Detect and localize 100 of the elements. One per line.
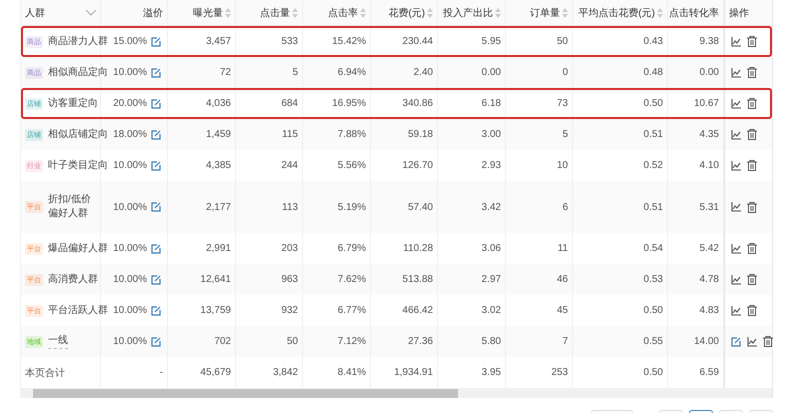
table-cell: 27.36 <box>408 336 433 347</box>
table-cell: 14.00 <box>694 336 719 347</box>
column-header: 点击转化率 <box>669 6 719 20</box>
table-cell: 1,459 <box>206 129 231 140</box>
audience-name: 相似商品定向 <box>48 66 108 80</box>
table-cell: 3,842 <box>272 367 298 378</box>
edit-icon[interactable] <box>151 68 161 78</box>
table-cell: 230.44 <box>402 36 433 47</box>
table-cell: 4,036 <box>206 98 231 109</box>
audience-name: 访客重定向 <box>48 96 98 110</box>
table-cell: 2,177 <box>206 202 231 212</box>
trash-icon[interactable] <box>763 336 773 347</box>
table-cell: 0.53 <box>644 274 663 285</box>
table-cell: 59.18 <box>408 129 433 140</box>
table-cell: 5 <box>292 67 298 78</box>
table-cell: 8.41% <box>338 367 366 378</box>
table-cell: 1,934.91 <box>394 367 433 378</box>
table-cell: 6.59 <box>700 367 719 378</box>
table-cell: 3,457 <box>206 36 231 47</box>
column-header: 操作 <box>729 6 749 20</box>
trash-icon[interactable] <box>747 243 757 254</box>
table-cell: 10.00% <box>113 336 147 347</box>
table-cell: 18.00% <box>113 129 147 140</box>
table-cell: 0.43 <box>644 36 663 47</box>
line-chart-icon[interactable] <box>731 130 741 140</box>
table-cell: 340.86 <box>402 98 433 109</box>
table-cell: 72 <box>220 67 231 78</box>
table-cell: 126.70 <box>402 160 433 171</box>
trash-icon[interactable] <box>747 67 757 78</box>
table-cell: 113 <box>282 202 298 212</box>
edit-icon[interactable] <box>151 160 161 170</box>
table-cell: 3.06 <box>482 243 501 254</box>
line-chart-icon[interactable] <box>731 68 741 78</box>
table-cell: 0.51 <box>644 202 663 212</box>
line-chart-icon[interactable] <box>731 160 741 170</box>
table-cell: 702 <box>214 336 231 347</box>
table-cell: 4.83 <box>700 305 719 316</box>
table-cell: 13,759 <box>200 305 231 316</box>
table-cell: 5.80 <box>482 336 501 347</box>
edit-icon[interactable] <box>151 98 161 108</box>
line-chart-icon[interactable] <box>731 36 741 46</box>
edit-icon[interactable] <box>151 244 161 254</box>
edit-icon[interactable] <box>151 202 161 212</box>
trash-icon[interactable] <box>747 160 757 171</box>
table-cell: 3.02 <box>482 305 501 316</box>
table-cell: 10.00% <box>113 202 147 212</box>
table-cell: 5.19% <box>338 202 366 212</box>
line-chart-icon[interactable] <box>731 202 741 212</box>
table-cell: 2.93 <box>482 160 501 171</box>
table-cell: 244 <box>281 160 298 171</box>
trash-icon[interactable] <box>747 129 757 140</box>
table-cell: 5.42 <box>700 243 719 254</box>
table-cell: 10 <box>556 160 568 171</box>
column-header: 人群 <box>25 6 45 20</box>
table-cell: 45,679 <box>200 367 231 378</box>
line-chart-icon[interactable] <box>747 336 757 346</box>
trash-icon[interactable] <box>747 36 757 47</box>
table-cell: 963 <box>281 274 298 285</box>
table-cell: 10.00% <box>113 305 147 316</box>
edit-icon[interactable] <box>151 36 161 46</box>
table-cell: 10.00% <box>113 160 147 171</box>
table-cell: 0.55 <box>644 336 663 347</box>
table-cell: 7.62% <box>338 274 366 285</box>
scrollbar-thumb[interactable] <box>33 388 458 398</box>
edit-icon[interactable] <box>151 336 161 346</box>
table-cell: 16.95% <box>332 98 366 109</box>
table-cell: 6.77% <box>338 305 366 316</box>
table-cell: 0.52 <box>644 160 663 171</box>
column-header: 花费(元) <box>388 6 425 20</box>
audience-name: 平台活跃人群 <box>48 304 108 318</box>
trash-icon[interactable] <box>747 202 757 212</box>
table-cell: 7.88% <box>338 129 366 140</box>
table-cell: 2.40 <box>414 67 433 78</box>
edit-icon[interactable] <box>731 336 741 346</box>
edit-icon[interactable] <box>151 274 161 284</box>
trash-icon[interactable] <box>747 274 757 285</box>
table-cell: 3.42 <box>482 202 501 212</box>
line-chart-icon[interactable] <box>731 274 741 284</box>
line-chart-icon[interactable] <box>731 244 741 254</box>
table-cell: 203 <box>281 243 298 254</box>
line-chart-icon[interactable] <box>731 98 741 108</box>
table-cell: 7.12% <box>338 336 366 347</box>
table-cell: 12,641 <box>200 274 231 285</box>
audience-name: 折扣/低价偏好人群 <box>48 193 92 221</box>
table-cell: 513.88 <box>402 274 433 285</box>
table-cell: 15.00% <box>113 36 147 47</box>
table-cell: 10.00% <box>113 67 147 78</box>
table-cell: 4,385 <box>206 160 231 171</box>
table-cell: 10.00% <box>113 274 147 285</box>
line-chart-icon[interactable] <box>731 306 741 316</box>
edit-icon[interactable] <box>151 130 161 140</box>
edit-icon[interactable] <box>151 306 161 316</box>
table-cell: 50 <box>286 336 298 347</box>
table-cell: 46 <box>556 274 568 285</box>
table-cell: 7 <box>562 336 568 347</box>
trash-icon[interactable] <box>747 98 757 109</box>
table-cell: 932 <box>281 305 298 316</box>
table-cell: 15.42% <box>332 36 366 47</box>
trash-icon[interactable] <box>747 305 757 316</box>
table-cell: 5.95 <box>482 36 501 47</box>
